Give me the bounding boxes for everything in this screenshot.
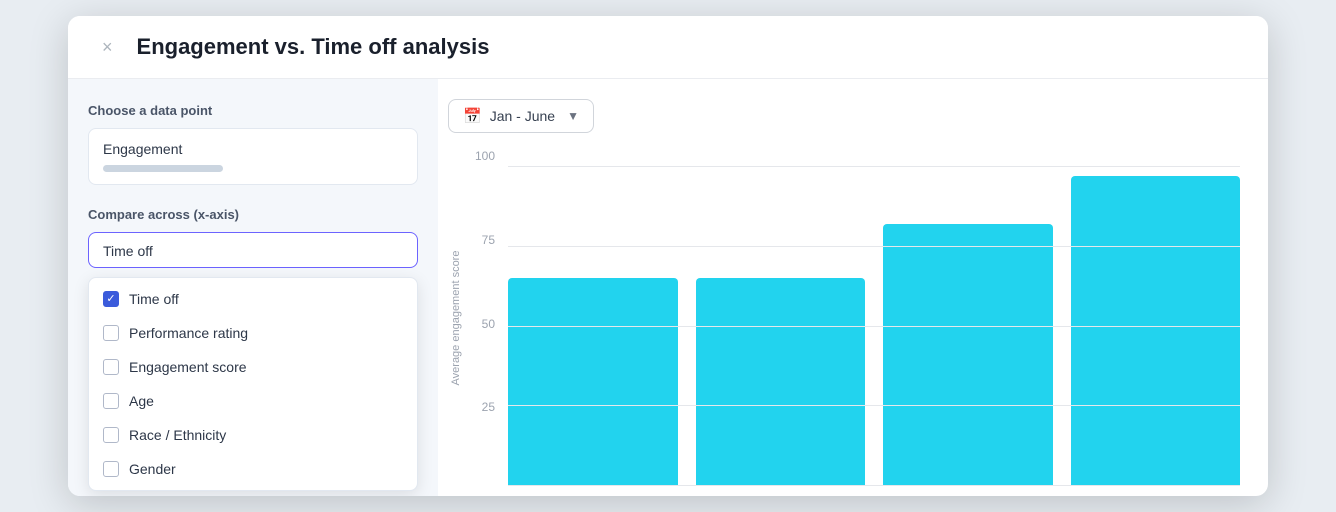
choose-label: Choose a data point [88,103,418,118]
y-axis-label: 100 [475,149,495,163]
y-axis-label: 50 [482,317,495,331]
dropdown-item-label: Race / Ethnicity [129,427,226,443]
checkbox[interactable] [103,461,119,477]
checkbox[interactable] [103,291,119,307]
data-point-box[interactable]: Engagement [88,128,418,185]
checkbox[interactable] [103,427,119,443]
dropdown-item-label: Time off [129,291,179,307]
close-button[interactable]: × [96,36,119,58]
dropdown-item[interactable]: Race / Ethnicity [89,418,417,452]
date-label: Jan - June [490,108,555,124]
data-point-bar [103,165,223,172]
chart-container: 100 75 50 25 Average engagement score [448,149,1240,486]
dropdown-item-label: Age [129,393,154,409]
chevron-down-icon: ▼ [567,109,579,123]
modal: × Engagement vs. Time off analysis Choos… [68,16,1268,496]
modal-title: Engagement vs. Time off analysis [137,34,490,60]
bar-col [883,166,1053,486]
calendar-icon: 📅 [463,107,482,125]
compare-label: Compare across (x-axis) [88,207,418,222]
bar [1071,176,1241,486]
bars-wrapper [508,166,1240,486]
dropdown-item-label: Performance rating [129,325,248,341]
dropdown-item[interactable]: Time off [89,282,417,316]
checkbox[interactable] [103,325,119,341]
compare-box[interactable]: Time off Time offPerformance ratingEngag… [88,232,418,268]
checkbox[interactable] [103,359,119,375]
modal-body: Choose a data point Engagement Compare a… [68,79,1268,496]
bar [696,278,866,486]
bar [508,278,678,486]
y-axis-title: Average engagement score [450,250,462,385]
chart-area: 📅 Jan - June ▼ 100 75 50 25 Average engagem… [438,79,1268,496]
y-axis-label: 25 [482,400,495,414]
sidebar: Choose a data point Engagement Compare a… [68,79,438,496]
dropdown-item[interactable]: Gender [89,452,417,486]
dropdown-item[interactable]: Engagement score [89,350,417,384]
bar [883,224,1053,486]
dropdown-item[interactable]: Age [89,384,417,418]
compare-dropdown: Time off Performance rating Engagement sco… [88,277,418,491]
data-point-text: Engagement [103,141,403,157]
date-dropdown[interactable]: 📅 Jan - June ▼ [448,99,594,133]
bar-col [696,166,866,486]
bar-col [508,166,678,486]
dropdown-item-label: Engagement score [129,359,247,375]
dropdown-item-label: Gender [129,461,176,477]
modal-header: × Engagement vs. Time off analysis [68,16,1268,79]
y-axis-label: 75 [482,233,495,247]
checkbox[interactable] [103,393,119,409]
compare-current: Time off [103,243,403,267]
dropdown-item[interactable]: Performance rating [89,316,417,350]
chart-toolbar: 📅 Jan - June ▼ [448,99,1240,133]
bar-col [1071,166,1241,486]
